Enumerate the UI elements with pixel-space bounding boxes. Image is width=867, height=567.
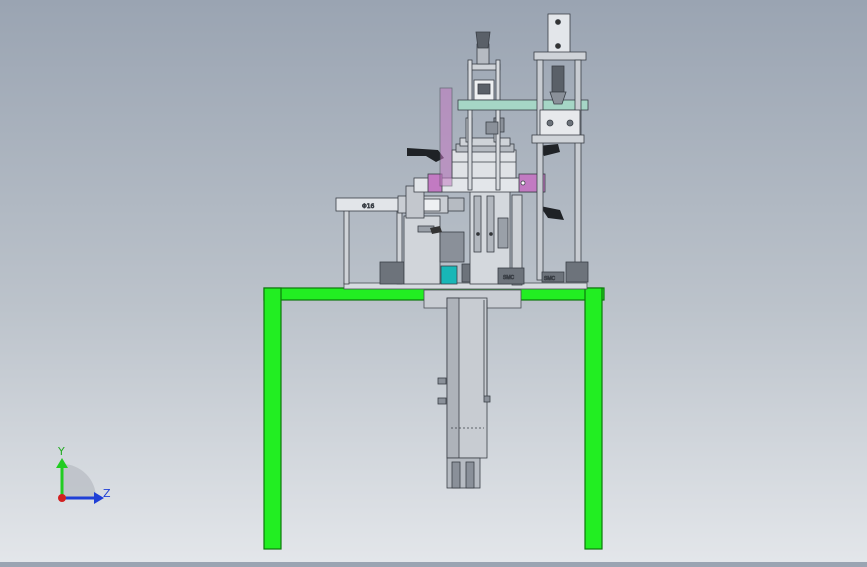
block-label-1: SMC bbox=[503, 275, 515, 281]
model-drawing[interactable]: Φ16 SMC SMC Y Z bbox=[0, 0, 867, 562]
table-left-leg bbox=[263, 287, 282, 550]
central-column[interactable]: SMC bbox=[469, 187, 525, 286]
table-frame[interactable] bbox=[263, 287, 605, 550]
x-axis-dot bbox=[58, 494, 66, 502]
horizontal-cylinder[interactable]: Φ16 bbox=[335, 195, 465, 214]
lower-actuator[interactable] bbox=[437, 297, 491, 489]
right-tower[interactable]: SMC bbox=[531, 13, 589, 283]
triad-z-label: Z bbox=[103, 487, 111, 500]
cylinder-label: Φ16 bbox=[362, 203, 375, 210]
cad-viewport[interactable]: Φ16 SMC SMC Y Z bbox=[0, 0, 867, 562]
triad-y-label: Y bbox=[57, 445, 65, 458]
table-right-leg bbox=[584, 287, 603, 550]
block-label-2: SMC bbox=[544, 276, 556, 282]
view-triad[interactable]: Y Z bbox=[56, 445, 111, 504]
